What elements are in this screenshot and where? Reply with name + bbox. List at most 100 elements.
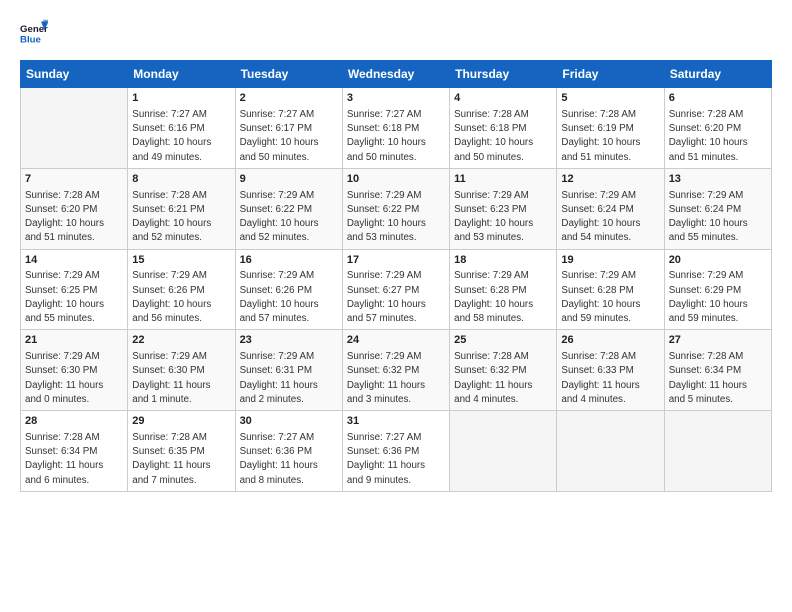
col-header-monday: Monday bbox=[128, 61, 235, 88]
day-number: 2 bbox=[240, 91, 338, 107]
day-cell: 21Sunrise: 7:29 AM Sunset: 6:30 PM Dayli… bbox=[21, 330, 128, 411]
day-cell: 12Sunrise: 7:29 AM Sunset: 6:24 PM Dayli… bbox=[557, 168, 664, 249]
day-number: 14 bbox=[25, 253, 123, 269]
day-cell: 29Sunrise: 7:28 AM Sunset: 6:35 PM Dayli… bbox=[128, 411, 235, 492]
day-cell bbox=[557, 411, 664, 492]
svg-text:Blue: Blue bbox=[20, 35, 41, 46]
day-info: Sunrise: 7:29 AM Sunset: 6:22 PM Dayligh… bbox=[347, 189, 445, 246]
day-number: 1 bbox=[132, 91, 230, 107]
day-cell: 26Sunrise: 7:28 AM Sunset: 6:33 PM Dayli… bbox=[557, 330, 664, 411]
day-number: 10 bbox=[347, 172, 445, 188]
calendar-table: SundayMondayTuesdayWednesdayThursdayFrid… bbox=[20, 60, 772, 492]
col-header-friday: Friday bbox=[557, 61, 664, 88]
week-row-1: 1Sunrise: 7:27 AM Sunset: 6:16 PM Daylig… bbox=[21, 88, 772, 169]
week-row-5: 28Sunrise: 7:28 AM Sunset: 6:34 PM Dayli… bbox=[21, 411, 772, 492]
day-number: 4 bbox=[454, 91, 552, 107]
day-number: 30 bbox=[240, 414, 338, 430]
day-number: 16 bbox=[240, 253, 338, 269]
day-info: Sunrise: 7:28 AM Sunset: 6:21 PM Dayligh… bbox=[132, 189, 230, 246]
day-number: 25 bbox=[454, 333, 552, 349]
day-cell: 7Sunrise: 7:28 AM Sunset: 6:20 PM Daylig… bbox=[21, 168, 128, 249]
day-number: 7 bbox=[25, 172, 123, 188]
col-header-tuesday: Tuesday bbox=[235, 61, 342, 88]
day-info: Sunrise: 7:29 AM Sunset: 6:30 PM Dayligh… bbox=[25, 350, 123, 407]
day-info: Sunrise: 7:29 AM Sunset: 6:26 PM Dayligh… bbox=[132, 269, 230, 326]
day-cell: 22Sunrise: 7:29 AM Sunset: 6:30 PM Dayli… bbox=[128, 330, 235, 411]
day-info: Sunrise: 7:28 AM Sunset: 6:20 PM Dayligh… bbox=[669, 108, 767, 165]
day-number: 9 bbox=[240, 172, 338, 188]
day-number: 24 bbox=[347, 333, 445, 349]
day-cell: 18Sunrise: 7:29 AM Sunset: 6:28 PM Dayli… bbox=[450, 249, 557, 330]
day-info: Sunrise: 7:29 AM Sunset: 6:24 PM Dayligh… bbox=[669, 189, 767, 246]
day-cell bbox=[21, 88, 128, 169]
logo: General Blue bbox=[20, 18, 52, 46]
day-info: Sunrise: 7:27 AM Sunset: 6:36 PM Dayligh… bbox=[347, 431, 445, 488]
day-info: Sunrise: 7:28 AM Sunset: 6:33 PM Dayligh… bbox=[561, 350, 659, 407]
day-cell: 19Sunrise: 7:29 AM Sunset: 6:28 PM Dayli… bbox=[557, 249, 664, 330]
day-cell: 25Sunrise: 7:28 AM Sunset: 6:32 PM Dayli… bbox=[450, 330, 557, 411]
day-cell: 30Sunrise: 7:27 AM Sunset: 6:36 PM Dayli… bbox=[235, 411, 342, 492]
day-number: 3 bbox=[347, 91, 445, 107]
day-number: 26 bbox=[561, 333, 659, 349]
day-cell: 14Sunrise: 7:29 AM Sunset: 6:25 PM Dayli… bbox=[21, 249, 128, 330]
day-cell bbox=[450, 411, 557, 492]
page-header: General Blue bbox=[20, 18, 772, 46]
day-info: Sunrise: 7:29 AM Sunset: 6:28 PM Dayligh… bbox=[561, 269, 659, 326]
day-cell bbox=[664, 411, 771, 492]
col-header-saturday: Saturday bbox=[664, 61, 771, 88]
day-info: Sunrise: 7:27 AM Sunset: 6:16 PM Dayligh… bbox=[132, 108, 230, 165]
day-info: Sunrise: 7:27 AM Sunset: 6:36 PM Dayligh… bbox=[240, 431, 338, 488]
day-number: 31 bbox=[347, 414, 445, 430]
day-info: Sunrise: 7:28 AM Sunset: 6:35 PM Dayligh… bbox=[132, 431, 230, 488]
day-number: 5 bbox=[561, 91, 659, 107]
day-cell: 23Sunrise: 7:29 AM Sunset: 6:31 PM Dayli… bbox=[235, 330, 342, 411]
day-cell: 5Sunrise: 7:28 AM Sunset: 6:19 PM Daylig… bbox=[557, 88, 664, 169]
day-cell: 3Sunrise: 7:27 AM Sunset: 6:18 PM Daylig… bbox=[342, 88, 449, 169]
day-cell: 27Sunrise: 7:28 AM Sunset: 6:34 PM Dayli… bbox=[664, 330, 771, 411]
week-row-2: 7Sunrise: 7:28 AM Sunset: 6:20 PM Daylig… bbox=[21, 168, 772, 249]
day-info: Sunrise: 7:29 AM Sunset: 6:31 PM Dayligh… bbox=[240, 350, 338, 407]
logo-icon: General Blue bbox=[20, 18, 48, 46]
day-info: Sunrise: 7:29 AM Sunset: 6:22 PM Dayligh… bbox=[240, 189, 338, 246]
week-row-4: 21Sunrise: 7:29 AM Sunset: 6:30 PM Dayli… bbox=[21, 330, 772, 411]
day-info: Sunrise: 7:28 AM Sunset: 6:34 PM Dayligh… bbox=[669, 350, 767, 407]
day-number: 21 bbox=[25, 333, 123, 349]
day-info: Sunrise: 7:28 AM Sunset: 6:19 PM Dayligh… bbox=[561, 108, 659, 165]
day-cell: 17Sunrise: 7:29 AM Sunset: 6:27 PM Dayli… bbox=[342, 249, 449, 330]
calendar-header-row: SundayMondayTuesdayWednesdayThursdayFrid… bbox=[21, 61, 772, 88]
day-cell: 28Sunrise: 7:28 AM Sunset: 6:34 PM Dayli… bbox=[21, 411, 128, 492]
day-info: Sunrise: 7:28 AM Sunset: 6:32 PM Dayligh… bbox=[454, 350, 552, 407]
day-info: Sunrise: 7:29 AM Sunset: 6:28 PM Dayligh… bbox=[454, 269, 552, 326]
day-cell: 10Sunrise: 7:29 AM Sunset: 6:22 PM Dayli… bbox=[342, 168, 449, 249]
day-number: 17 bbox=[347, 253, 445, 269]
col-header-thursday: Thursday bbox=[450, 61, 557, 88]
day-cell: 13Sunrise: 7:29 AM Sunset: 6:24 PM Dayli… bbox=[664, 168, 771, 249]
day-info: Sunrise: 7:29 AM Sunset: 6:25 PM Dayligh… bbox=[25, 269, 123, 326]
day-cell: 1Sunrise: 7:27 AM Sunset: 6:16 PM Daylig… bbox=[128, 88, 235, 169]
day-number: 11 bbox=[454, 172, 552, 188]
col-header-wednesday: Wednesday bbox=[342, 61, 449, 88]
day-cell: 4Sunrise: 7:28 AM Sunset: 6:18 PM Daylig… bbox=[450, 88, 557, 169]
day-cell: 2Sunrise: 7:27 AM Sunset: 6:17 PM Daylig… bbox=[235, 88, 342, 169]
day-info: Sunrise: 7:27 AM Sunset: 6:17 PM Dayligh… bbox=[240, 108, 338, 165]
day-number: 13 bbox=[669, 172, 767, 188]
day-number: 29 bbox=[132, 414, 230, 430]
day-number: 22 bbox=[132, 333, 230, 349]
day-number: 15 bbox=[132, 253, 230, 269]
day-number: 20 bbox=[669, 253, 767, 269]
day-info: Sunrise: 7:29 AM Sunset: 6:23 PM Dayligh… bbox=[454, 189, 552, 246]
day-cell: 6Sunrise: 7:28 AM Sunset: 6:20 PM Daylig… bbox=[664, 88, 771, 169]
day-cell: 9Sunrise: 7:29 AM Sunset: 6:22 PM Daylig… bbox=[235, 168, 342, 249]
day-info: Sunrise: 7:29 AM Sunset: 6:29 PM Dayligh… bbox=[669, 269, 767, 326]
day-number: 6 bbox=[669, 91, 767, 107]
day-cell: 15Sunrise: 7:29 AM Sunset: 6:26 PM Dayli… bbox=[128, 249, 235, 330]
day-number: 8 bbox=[132, 172, 230, 188]
day-info: Sunrise: 7:28 AM Sunset: 6:18 PM Dayligh… bbox=[454, 108, 552, 165]
day-info: Sunrise: 7:27 AM Sunset: 6:18 PM Dayligh… bbox=[347, 108, 445, 165]
day-cell: 20Sunrise: 7:29 AM Sunset: 6:29 PM Dayli… bbox=[664, 249, 771, 330]
day-cell: 31Sunrise: 7:27 AM Sunset: 6:36 PM Dayli… bbox=[342, 411, 449, 492]
day-cell: 8Sunrise: 7:28 AM Sunset: 6:21 PM Daylig… bbox=[128, 168, 235, 249]
day-number: 18 bbox=[454, 253, 552, 269]
day-info: Sunrise: 7:29 AM Sunset: 6:30 PM Dayligh… bbox=[132, 350, 230, 407]
day-number: 28 bbox=[25, 414, 123, 430]
